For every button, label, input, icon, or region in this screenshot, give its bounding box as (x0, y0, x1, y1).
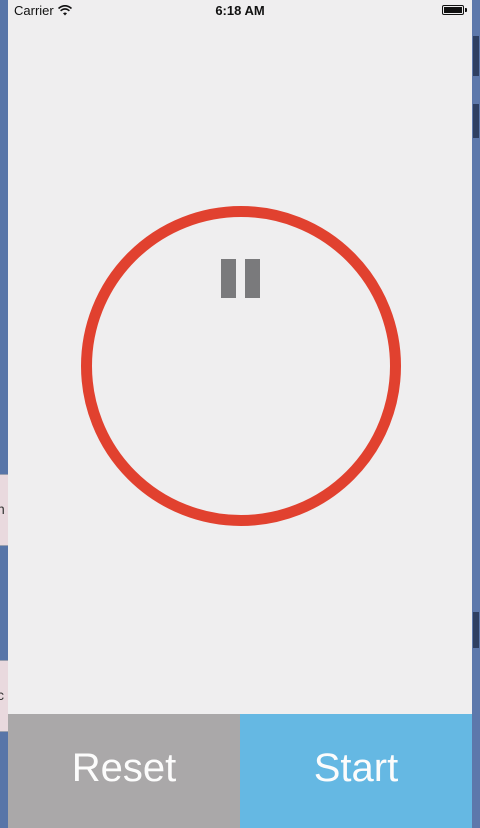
pause-bar-left (221, 259, 236, 298)
background-mark (473, 104, 479, 138)
control-bar: Reset Start (8, 714, 472, 828)
background-window-left: n c (0, 0, 8, 828)
background-mark (473, 612, 479, 648)
background-window-right (472, 0, 480, 828)
background-tab: c (0, 660, 8, 732)
app-screen: Carrier 6:18 AM Reset Start (8, 0, 472, 828)
status-bar: Carrier 6:18 AM (8, 0, 472, 22)
background-tab-glyph: c (0, 687, 4, 703)
pause-bar-right (245, 259, 260, 298)
background-tab: n (0, 474, 8, 546)
background-tab-glyph: n (0, 501, 5, 517)
battery-icon (442, 5, 467, 15)
timer-ring (81, 206, 401, 526)
screen: n c Carrier 6:18 AM Reset Start (0, 0, 480, 828)
pause-icon[interactable] (221, 259, 260, 298)
background-mark (473, 36, 479, 76)
start-button[interactable]: Start (240, 714, 472, 828)
status-time: 6:18 AM (215, 3, 265, 18)
battery-level (444, 7, 462, 13)
reset-button[interactable]: Reset (8, 714, 240, 828)
